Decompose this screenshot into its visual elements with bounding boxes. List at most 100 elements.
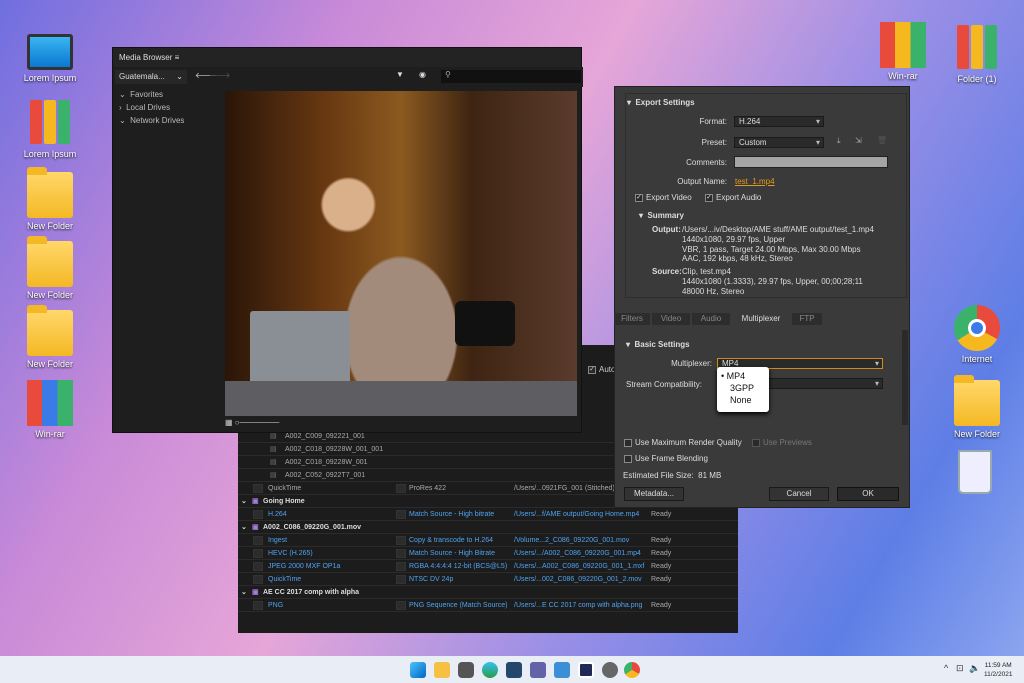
format-dropdown-icon[interactable] [253,561,263,571]
clock[interactable]: 11:59 AM 11/2/2021 [984,661,1012,679]
output-cell[interactable]: /Volume...2_C086_09220G_001.mov [514,534,629,547]
format-dropdown-icon[interactable] [253,548,263,558]
output-name-link[interactable]: test_1.mp4 [735,177,775,186]
tab-ftp[interactable]: FTP [792,313,822,325]
file-explorer-icon[interactable] [434,662,450,678]
frame-blending-checkbox[interactable]: Use Frame Blending [624,454,708,463]
use-previews-checkbox[interactable]: Use Previews [752,438,812,447]
tab-filters[interactable]: Filters [614,313,650,325]
search-input[interactable]: ⚲ [441,70,581,83]
max-render-quality-checkbox[interactable]: Use Maximum Render Quality [624,438,742,447]
edge-icon[interactable] [482,662,498,678]
metadata-button[interactable]: Metadata... [624,487,684,501]
desktop-icon-internet[interactable]: Internet [942,305,1012,364]
view-controls[interactable]: ▦ ○─────── [225,418,285,432]
format-cell[interactable]: QuickTime [268,482,301,495]
preset-dropdown-icon[interactable] [396,600,406,610]
scrollbar[interactable] [902,330,908,425]
output-cell[interactable]: /Users/...f/AME output/Going Home.mp4 [514,508,639,521]
menu-icon[interactable]: ≡ [175,53,180,62]
preset-dropdown-icon[interactable] [396,535,406,545]
format-dropdown-icon[interactable] [253,509,263,519]
option-3gpp[interactable]: 3GPP [721,382,769,394]
preset-cell[interactable]: Match Source - High bitrate [409,508,494,521]
preset-dropdown-icon[interactable] [396,561,406,571]
format-cell[interactable]: QuickTime [268,573,301,586]
output-cell[interactable]: /Users/.../A002_C086_09220G_001.mp4 [514,547,641,560]
desktop-icon-winrar-right[interactable]: Win-rar [868,22,938,81]
volume-icon[interactable]: 🔈 [969,663,980,674]
comments-input[interactable] [734,156,888,168]
store-icon[interactable] [506,662,522,678]
format-cell[interactable]: HEVC (H.265) [268,547,313,560]
preset-cell[interactable]: PNG Sequence (Match Source) [409,599,507,612]
format-dropdown-icon[interactable] [253,483,263,493]
paint-icon[interactable] [554,662,570,678]
tab-video[interactable]: Video [652,313,690,325]
preset-dropdown-icon[interactable] [396,509,406,519]
desktop-icon-new-folder-3[interactable]: New Folder [15,305,85,369]
preset-cell[interactable]: RGBA 4:4:4:4 12-bit (BCS@L5) [409,560,507,573]
queue-item-row[interactable]: QuickTime NTSC DV 24p/Users/...002_C086_0… [238,573,738,586]
preset-cell[interactable]: Match Source - High Bitrate [409,547,495,560]
desktop-icon-lorem-ipsum-2[interactable]: Lorem Ipsum [15,100,85,159]
camera-icon[interactable] [458,662,474,678]
tree-local-drives[interactable]: › Local Drives [113,101,223,114]
option-none[interactable]: None [721,394,769,406]
desktop-icon-winrar[interactable]: Win-rar [15,380,85,439]
format-dropdown[interactable]: H.264 [734,116,824,127]
export-audio-checkbox[interactable]: ✓ Export Audio [705,193,761,202]
format-cell[interactable]: Ingest [268,534,287,547]
desktop-icon-folder-1[interactable]: Folder (1) [942,25,1012,84]
chrome-taskbar-icon[interactable] [624,662,640,678]
format-dropdown-icon[interactable] [253,535,263,545]
location-dropdown[interactable]: Guatemala... ⌄ [115,70,187,84]
tree-favorites[interactable]: ⌄ Favorites [113,88,223,101]
network-icon[interactable]: ⊡ [956,663,964,674]
cancel-button[interactable]: Cancel [769,487,829,501]
output-cell[interactable]: /Users/...002_C086_09220G_001_2.mov [514,573,642,586]
ok-button[interactable]: OK [837,487,899,501]
tray-chevron-icon[interactable]: ^ [944,663,948,673]
preset-dropdown[interactable]: Custom [734,137,824,148]
export-video-checkbox[interactable]: ✓ Export Video [635,193,692,202]
output-cell[interactable]: /Users/...E CC 2017 comp with alpha.png [514,599,642,612]
desktop-icon-new-folder-2[interactable]: New Folder [15,236,85,300]
delete-preset-icon[interactable]: 🗑 [877,136,887,145]
preset-cell[interactable]: Copy & transcode to H.264 [409,534,493,547]
tab-multiplexer[interactable]: Multiplexer [732,313,790,325]
save-preset-icon[interactable]: ⤓ [837,136,841,146]
format-dropdown-icon[interactable] [253,600,263,610]
format-cell[interactable]: PNG [268,599,283,612]
media-encoder-icon[interactable] [578,662,594,678]
tree-network-drives[interactable]: ⌄ Network Drives [113,114,223,127]
recycle-bin-icon[interactable] [958,450,992,494]
queue-item-row[interactable]: H.264 Match Source - High bitrate/Users/.… [238,508,738,521]
format-cell[interactable]: JPEG 2000 MXF OP1a [268,560,340,573]
preset-dropdown-icon[interactable] [396,548,406,558]
output-cell[interactable]: /Users/...0921FG_001 (Stitched) [514,482,615,495]
filter-icon[interactable]: ▼ [396,70,404,79]
format-cell[interactable]: H.264 [268,508,287,521]
desktop-icon-new-folder-right[interactable]: New Folder [942,375,1012,439]
preset-cell[interactable]: NTSC DV 24p [409,573,453,586]
option-mp4[interactable]: • MP4 [721,370,769,382]
eye-icon[interactable]: ◉ [419,70,426,79]
queue-group[interactable]: ⌄ ▣ AE CC 2017 comp with alpha [238,586,738,599]
queue-item-row[interactable]: Ingest Copy & transcode to H.264/Volume..… [238,534,738,547]
tab-audio[interactable]: Audio [692,313,730,325]
settings-icon[interactable] [602,662,618,678]
teams-icon[interactable] [530,662,546,678]
desktop-icon-new-folder-1[interactable]: New Folder [15,167,85,231]
video-preview-thumbnail[interactable] [225,91,577,416]
import-preset-icon[interactable]: ⇲ [855,136,862,145]
auto-checkbox[interactable]: ✓ Auto [588,365,615,374]
output-cell[interactable]: /Users/...A002_C086_09220G_001_1.mxf [514,560,644,573]
preset-dropdown-icon[interactable] [396,574,406,584]
format-dropdown-icon[interactable] [253,574,263,584]
queue-item-row[interactable]: PNG PNG Sequence (Match Source) /Users/...… [238,599,738,612]
start-icon[interactable] [410,662,426,678]
preset-cell[interactable]: ProRes 422 [409,482,446,495]
queue-group[interactable]: ⌄ ▣ A002_C086_09220G_001.mov [238,521,738,534]
queue-item-row[interactable]: JPEG 2000 MXF OP1a RGBA 4:4:4:4 12-bit (B… [238,560,738,573]
